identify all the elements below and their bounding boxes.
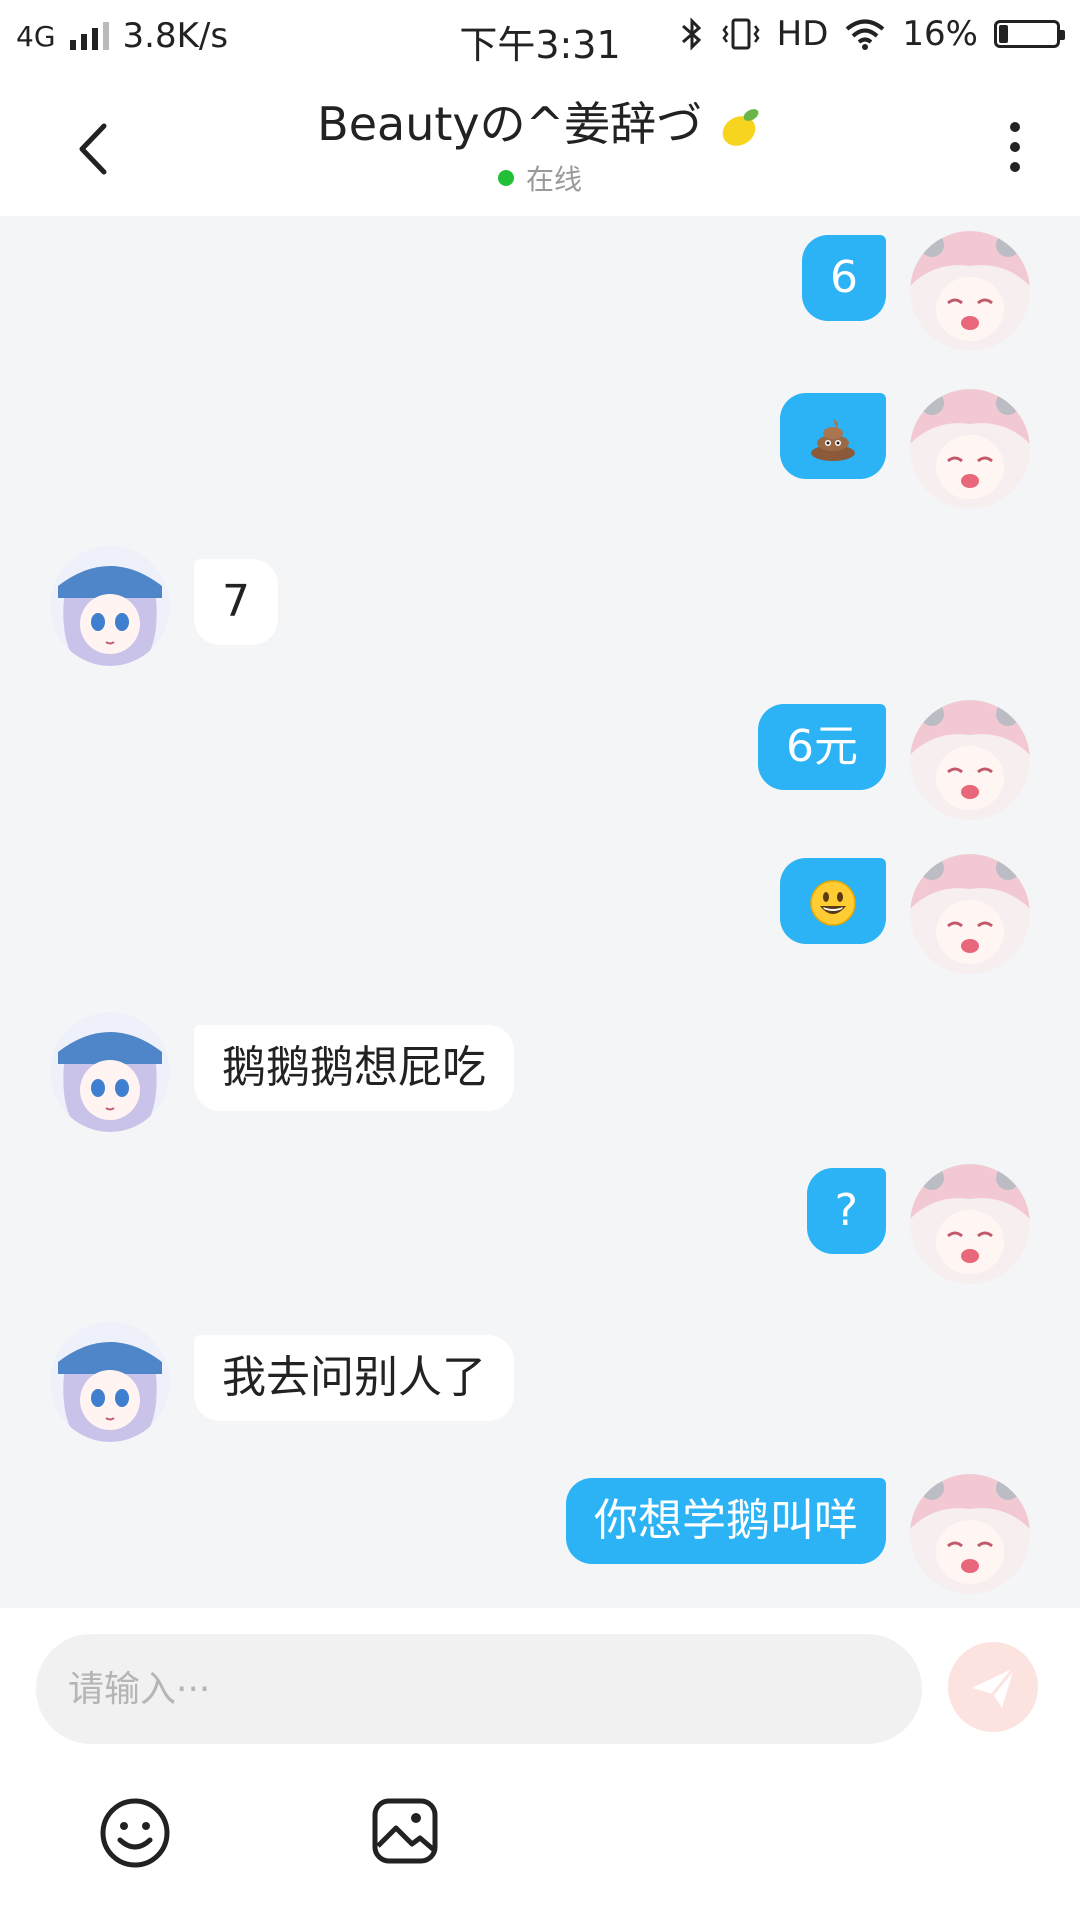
vibrate-icon <box>722 18 760 50</box>
message-bubble-sent[interactable] <box>780 393 886 479</box>
contact-info: Beautyの^姜辞づ 在线 <box>200 94 880 198</box>
emoji-icon[interactable] <box>98 1796 172 1870</box>
message-list[interactable]: 6 7 6元 鹅鹅鹅想屁吃 ? 我去问别人了 你想学鹅叫咩 <box>0 216 1080 1608</box>
lemon-emoji <box>722 108 759 146</box>
message-bubble-sent[interactable]: 6元 <box>758 704 886 790</box>
status-bar: 4G 3.8K/s 下午3:31 HD 16% <box>0 0 1080 72</box>
message-bubble-received[interactable]: 7 <box>194 559 278 645</box>
status-right: HD 16% <box>679 14 1065 54</box>
online-status: 在线 <box>200 158 880 198</box>
my-avatar[interactable] <box>910 389 1030 509</box>
message-bubble-sent[interactable]: 你想学鹅叫咩 <box>566 1478 886 1564</box>
input-panel <box>0 1608 1080 1920</box>
message-bubble-sent[interactable]: ? <box>806 1168 886 1254</box>
message-bubble-received[interactable]: 我去问别人了 <box>194 1335 514 1421</box>
contact-avatar[interactable] <box>50 546 170 666</box>
message-bubble-sent[interactable]: 6 <box>802 235 886 321</box>
battery-icon <box>994 20 1065 48</box>
my-avatar[interactable] <box>910 1164 1030 1284</box>
contact-title: Beautyの^姜辞づ <box>200 94 880 154</box>
my-avatar[interactable] <box>910 700 1030 820</box>
message-input[interactable] <box>36 1634 922 1744</box>
send-button[interactable] <box>948 1642 1038 1732</box>
wifi-icon <box>846 19 885 50</box>
my-avatar[interactable] <box>910 231 1030 351</box>
my-avatar[interactable] <box>910 1474 1030 1594</box>
contact-avatar[interactable] <box>50 1322 170 1442</box>
contact-name: Beautyの^姜辞づ <box>317 97 703 151</box>
back-arrow-icon[interactable] <box>60 114 130 184</box>
battery-fill <box>999 25 1008 43</box>
bluetooth-icon <box>681 17 701 51</box>
online-text: 在线 <box>525 163 582 196</box>
message-bubble-sent[interactable] <box>780 858 886 944</box>
my-avatar[interactable] <box>910 854 1030 974</box>
battery-percent: 16% <box>902 14 978 54</box>
more-vertical-icon[interactable] <box>990 112 1040 182</box>
image-icon[interactable] <box>370 1796 440 1866</box>
contact-avatar[interactable] <box>50 1012 170 1132</box>
chat-header: Beautyの^姜辞づ 在线 <box>0 72 1080 216</box>
poo-emoji <box>811 419 855 461</box>
send-icon <box>972 1667 1016 1708</box>
message-bubble-received[interactable]: 鹅鹅鹅想屁吃 <box>194 1025 514 1111</box>
smiley-emoji <box>810 880 856 926</box>
hd-label: HD <box>776 14 829 54</box>
online-dot <box>497 170 514 186</box>
